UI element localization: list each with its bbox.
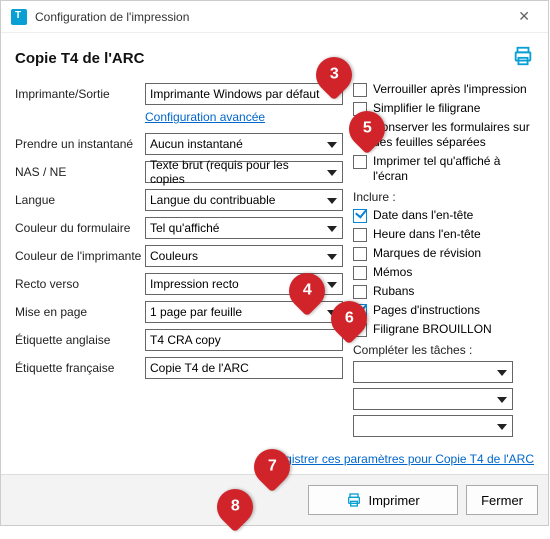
include-label: Inclure : xyxy=(353,190,534,204)
app-icon xyxy=(11,9,27,25)
review-label: Marques de révision xyxy=(373,246,481,261)
date-checkbox[interactable] xyxy=(353,209,367,223)
save-settings-link[interactable]: Enregistrer ces paramètres pour Copie T4… xyxy=(260,452,534,466)
asis-label: Imprimer tel qu'affiché à l'écran xyxy=(373,154,534,184)
simplify-label: Simplifier le filigrane xyxy=(373,101,480,116)
task-select-1[interactable] xyxy=(353,361,513,383)
print-button[interactable]: Imprimer xyxy=(308,485,458,515)
printer-select[interactable]: Imprimante Windows par défaut xyxy=(145,83,343,105)
window-title: Configuration de l'impression xyxy=(35,10,189,24)
language-select[interactable]: Langue du contribuable xyxy=(145,189,343,211)
task-select-3[interactable] xyxy=(353,415,513,437)
close-icon[interactable]: ✕ xyxy=(510,4,538,29)
complete-label: Compléter les tâches : xyxy=(353,343,534,357)
close-button[interactable]: Fermer xyxy=(466,485,538,515)
printer-color-label: Couleur de l'imprimante xyxy=(15,249,145,263)
printer-label: Imprimante/Sortie xyxy=(15,87,145,101)
label-en-label: Étiquette anglaise xyxy=(15,333,145,347)
ribbons-checkbox[interactable] xyxy=(353,285,367,299)
memos-label: Mémos xyxy=(373,265,412,280)
layout-label: Mise en page xyxy=(15,305,145,319)
nas-select[interactable]: Texte brut (requis pour les copies xyxy=(145,161,343,183)
date-label: Date dans l'en-tête xyxy=(373,208,473,223)
page-title: Copie T4 de l'ARC xyxy=(15,50,144,67)
pages-label: Pages d'instructions xyxy=(373,303,480,318)
lock-checkbox[interactable] xyxy=(353,83,367,97)
titlebar: Configuration de l'impression ✕ xyxy=(1,1,548,33)
task-select-2[interactable] xyxy=(353,388,513,410)
form-color-select[interactable]: Tel qu'affiché xyxy=(145,217,343,239)
duplex-label: Recto verso xyxy=(15,277,145,291)
snapshot-label: Prendre un instantané xyxy=(15,137,145,151)
nas-label: NAS / NE xyxy=(15,165,145,179)
snapshot-select[interactable]: Aucun instantané xyxy=(145,133,343,155)
advanced-config-link[interactable]: Configuration avancée xyxy=(145,110,265,124)
time-checkbox[interactable] xyxy=(353,228,367,242)
review-checkbox[interactable] xyxy=(353,247,367,261)
draft-label: Filigrane BROUILLON xyxy=(373,322,492,337)
label-fr-input[interactable]: Copie T4 de l'ARC xyxy=(145,357,343,379)
form-color-label: Couleur du formulaire xyxy=(15,221,145,235)
ribbons-label: Rubans xyxy=(373,284,414,299)
lock-label: Verrouiller après l'impression xyxy=(373,82,527,97)
printer-icon[interactable] xyxy=(512,45,534,72)
language-label: Langue xyxy=(15,193,145,207)
printer-color-select[interactable]: Couleurs xyxy=(145,245,343,267)
time-label: Heure dans l'en-tête xyxy=(373,227,481,242)
separate-label: Conserver les formulaires sur des feuill… xyxy=(373,120,534,150)
asis-checkbox[interactable] xyxy=(353,155,367,169)
label-en-input[interactable]: T4 CRA copy xyxy=(145,329,343,351)
memos-checkbox[interactable] xyxy=(353,266,367,280)
label-fr-label: Étiquette française xyxy=(15,361,145,375)
